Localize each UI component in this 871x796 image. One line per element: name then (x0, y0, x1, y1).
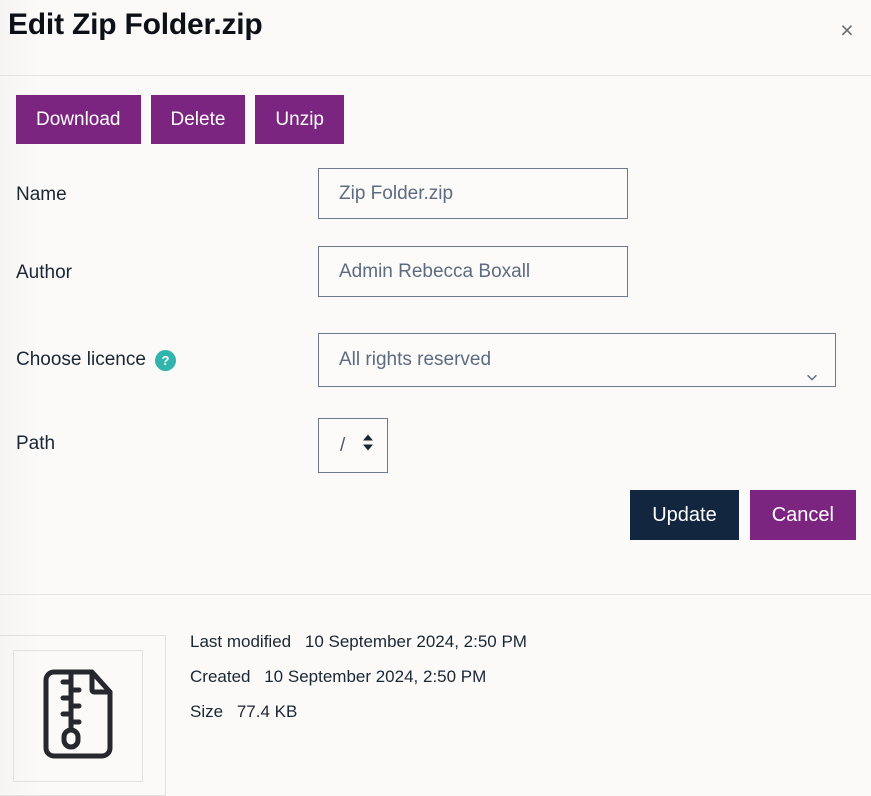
list-item: Size 77.4 KB (190, 702, 527, 722)
file-metadata-footer: Last modified 10 September 2024, 2:50 PM… (0, 594, 871, 796)
size-value: 77.4 KB (236, 702, 298, 721)
created-value: 10 September 2024, 2:50 PM (264, 667, 487, 686)
licence-select[interactable]: All rights reserved (318, 333, 836, 387)
edit-file-form: Name Author Choose licence ? All rights … (0, 168, 871, 494)
licence-select-value: All rights reserved (339, 349, 492, 370)
licence-label-text: Choose licence (16, 349, 146, 370)
form-row-licence: Choose licence ? All rights reserved (0, 324, 871, 410)
metadata-list: Last modified 10 September 2024, 2:50 PM… (190, 632, 527, 737)
file-action-toolbar: Download Delete Unzip (16, 95, 344, 144)
author-label: Author (16, 262, 72, 283)
edit-file-dialog: Edit Zip Folder.zip × Download Delete Un… (0, 0, 871, 796)
list-item: Created 10 September 2024, 2:50 PM (190, 667, 527, 687)
path-label: Path (16, 433, 56, 454)
chevron-down-icon (805, 353, 819, 381)
thumbnail-frame (13, 650, 143, 782)
last-modified-value: 10 September 2024, 2:50 PM (304, 632, 527, 651)
name-input[interactable] (318, 168, 628, 219)
created-label: Created (190, 667, 251, 686)
form-row-author: Author (0, 246, 871, 324)
licence-label: Choose licence ? (16, 349, 176, 371)
name-label: Name (16, 184, 67, 205)
path-select-value: / (340, 435, 346, 456)
help-icon[interactable]: ? (154, 349, 176, 371)
cancel-button[interactable]: Cancel (749, 490, 856, 540)
last-modified-label: Last modified (190, 632, 292, 651)
up-down-arrows-icon (362, 419, 374, 472)
update-button[interactable]: Update (630, 490, 739, 540)
form-row-path: Path / (0, 410, 871, 494)
thumbnail-container (0, 635, 166, 796)
close-icon[interactable]: × (831, 14, 863, 46)
dialog-header: Edit Zip Folder.zip × (0, 0, 871, 76)
author-input[interactable] (318, 246, 628, 297)
size-label: Size (190, 702, 224, 721)
delete-button[interactable]: Delete (150, 95, 246, 144)
zip-file-icon (38, 668, 118, 765)
page-title: Edit Zip Folder.zip (8, 8, 263, 41)
path-select[interactable]: / (318, 418, 388, 473)
form-row-name: Name (0, 168, 871, 246)
unzip-button[interactable]: Unzip (255, 95, 344, 144)
form-footer-actions: Update Cancel (630, 490, 856, 540)
list-item: Last modified 10 September 2024, 2:50 PM (190, 632, 527, 652)
dialog-body: Download Delete Unzip Name Author Choose… (0, 76, 871, 594)
download-button[interactable]: Download (16, 95, 141, 144)
